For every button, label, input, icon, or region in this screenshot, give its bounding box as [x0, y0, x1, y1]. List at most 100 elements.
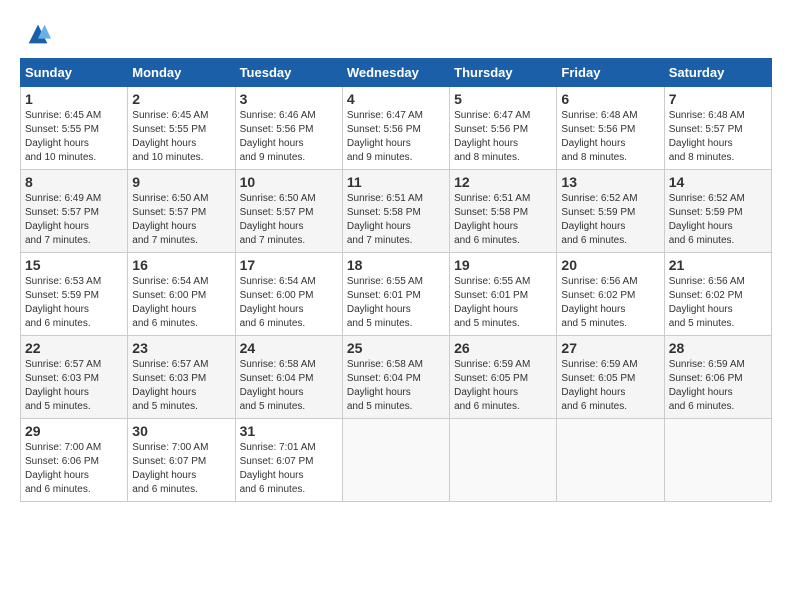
col-header-saturday: Saturday — [664, 59, 771, 87]
col-header-thursday: Thursday — [450, 59, 557, 87]
day-number: 29 — [25, 423, 123, 439]
day-number: 5 — [454, 91, 552, 107]
calendar-cell: 20 Sunrise: 6:56 AM Sunset: 6:02 PM Dayl… — [557, 253, 664, 336]
calendar-cell: 22 Sunrise: 6:57 AM Sunset: 6:03 PM Dayl… — [21, 336, 128, 419]
day-info: Sunrise: 6:50 AM Sunset: 5:57 PM Dayligh… — [240, 192, 338, 248]
calendar-cell: 4 Sunrise: 6:47 AM Sunset: 5:56 PM Dayli… — [342, 87, 449, 170]
day-number: 12 — [454, 174, 552, 190]
day-info: Sunrise: 6:53 AM Sunset: 5:59 PM Dayligh… — [25, 275, 123, 331]
day-info: Sunrise: 6:55 AM Sunset: 6:01 PM Dayligh… — [347, 275, 445, 331]
day-number: 1 — [25, 91, 123, 107]
calendar-cell: 16 Sunrise: 6:54 AM Sunset: 6:00 PM Dayl… — [128, 253, 235, 336]
day-info: Sunrise: 6:54 AM Sunset: 6:00 PM Dayligh… — [132, 275, 230, 331]
day-info: Sunrise: 6:47 AM Sunset: 5:56 PM Dayligh… — [454, 109, 552, 165]
calendar-cell: 25 Sunrise: 6:58 AM Sunset: 6:04 PM Dayl… — [342, 336, 449, 419]
day-info: Sunrise: 6:57 AM Sunset: 6:03 PM Dayligh… — [132, 358, 230, 414]
day-info: Sunrise: 6:51 AM Sunset: 5:58 PM Dayligh… — [454, 192, 552, 248]
calendar-cell: 27 Sunrise: 6:59 AM Sunset: 6:05 PM Dayl… — [557, 336, 664, 419]
header — [20, 20, 772, 48]
day-number: 23 — [132, 340, 230, 356]
day-number: 11 — [347, 174, 445, 190]
day-info: Sunrise: 6:51 AM Sunset: 5:58 PM Dayligh… — [347, 192, 445, 248]
calendar-cell: 21 Sunrise: 6:56 AM Sunset: 6:02 PM Dayl… — [664, 253, 771, 336]
calendar-cell: 30 Sunrise: 7:00 AM Sunset: 6:07 PM Dayl… — [128, 419, 235, 502]
calendar-cell: 28 Sunrise: 6:59 AM Sunset: 6:06 PM Dayl… — [664, 336, 771, 419]
day-number: 13 — [561, 174, 659, 190]
day-number: 7 — [669, 91, 767, 107]
day-number: 25 — [347, 340, 445, 356]
logo — [20, 20, 52, 48]
day-info: Sunrise: 6:48 AM Sunset: 5:56 PM Dayligh… — [561, 109, 659, 165]
calendar-cell — [342, 419, 449, 502]
day-info: Sunrise: 6:55 AM Sunset: 6:01 PM Dayligh… — [454, 275, 552, 331]
day-number: 16 — [132, 257, 230, 273]
day-number: 27 — [561, 340, 659, 356]
day-number: 18 — [347, 257, 445, 273]
week-row-3: 15 Sunrise: 6:53 AM Sunset: 5:59 PM Dayl… — [21, 253, 772, 336]
calendar-cell: 1 Sunrise: 6:45 AM Sunset: 5:55 PM Dayli… — [21, 87, 128, 170]
day-info: Sunrise: 7:01 AM Sunset: 6:07 PM Dayligh… — [240, 441, 338, 497]
day-info: Sunrise: 6:59 AM Sunset: 6:06 PM Dayligh… — [669, 358, 767, 414]
day-info: Sunrise: 6:59 AM Sunset: 6:05 PM Dayligh… — [454, 358, 552, 414]
day-info: Sunrise: 6:58 AM Sunset: 6:04 PM Dayligh… — [347, 358, 445, 414]
calendar-cell — [450, 419, 557, 502]
day-number: 10 — [240, 174, 338, 190]
day-info: Sunrise: 6:47 AM Sunset: 5:56 PM Dayligh… — [347, 109, 445, 165]
calendar-cell: 5 Sunrise: 6:47 AM Sunset: 5:56 PM Dayli… — [450, 87, 557, 170]
logo-icon — [24, 20, 52, 48]
col-header-sunday: Sunday — [21, 59, 128, 87]
calendar-cell: 31 Sunrise: 7:01 AM Sunset: 6:07 PM Dayl… — [235, 419, 342, 502]
day-info: Sunrise: 6:56 AM Sunset: 6:02 PM Dayligh… — [561, 275, 659, 331]
day-info: Sunrise: 6:58 AM Sunset: 6:04 PM Dayligh… — [240, 358, 338, 414]
calendar-cell: 15 Sunrise: 6:53 AM Sunset: 5:59 PM Dayl… — [21, 253, 128, 336]
day-number: 20 — [561, 257, 659, 273]
day-info: Sunrise: 6:54 AM Sunset: 6:00 PM Dayligh… — [240, 275, 338, 331]
day-number: 9 — [132, 174, 230, 190]
day-number: 31 — [240, 423, 338, 439]
week-row-2: 8 Sunrise: 6:49 AM Sunset: 5:57 PM Dayli… — [21, 170, 772, 253]
calendar-cell: 12 Sunrise: 6:51 AM Sunset: 5:58 PM Dayl… — [450, 170, 557, 253]
calendar-cell: 23 Sunrise: 6:57 AM Sunset: 6:03 PM Dayl… — [128, 336, 235, 419]
calendar-cell: 9 Sunrise: 6:50 AM Sunset: 5:57 PM Dayli… — [128, 170, 235, 253]
day-info: Sunrise: 7:00 AM Sunset: 6:06 PM Dayligh… — [25, 441, 123, 497]
col-header-friday: Friday — [557, 59, 664, 87]
calendar-cell: 14 Sunrise: 6:52 AM Sunset: 5:59 PM Dayl… — [664, 170, 771, 253]
calendar-cell: 2 Sunrise: 6:45 AM Sunset: 5:55 PM Dayli… — [128, 87, 235, 170]
calendar-cell: 11 Sunrise: 6:51 AM Sunset: 5:58 PM Dayl… — [342, 170, 449, 253]
col-header-monday: Monday — [128, 59, 235, 87]
col-header-tuesday: Tuesday — [235, 59, 342, 87]
day-number: 28 — [669, 340, 767, 356]
day-number: 26 — [454, 340, 552, 356]
day-info: Sunrise: 6:49 AM Sunset: 5:57 PM Dayligh… — [25, 192, 123, 248]
day-number: 15 — [25, 257, 123, 273]
col-header-wednesday: Wednesday — [342, 59, 449, 87]
calendar-cell — [664, 419, 771, 502]
day-info: Sunrise: 6:46 AM Sunset: 5:56 PM Dayligh… — [240, 109, 338, 165]
day-info: Sunrise: 6:50 AM Sunset: 5:57 PM Dayligh… — [132, 192, 230, 248]
calendar-cell: 29 Sunrise: 7:00 AM Sunset: 6:06 PM Dayl… — [21, 419, 128, 502]
calendar-cell: 13 Sunrise: 6:52 AM Sunset: 5:59 PM Dayl… — [557, 170, 664, 253]
day-info: Sunrise: 6:59 AM Sunset: 6:05 PM Dayligh… — [561, 358, 659, 414]
calendar-cell: 7 Sunrise: 6:48 AM Sunset: 5:57 PM Dayli… — [664, 87, 771, 170]
day-info: Sunrise: 6:45 AM Sunset: 5:55 PM Dayligh… — [25, 109, 123, 165]
day-number: 14 — [669, 174, 767, 190]
day-info: Sunrise: 6:48 AM Sunset: 5:57 PM Dayligh… — [669, 109, 767, 165]
calendar-table: SundayMondayTuesdayWednesdayThursdayFrid… — [20, 58, 772, 502]
week-row-1: 1 Sunrise: 6:45 AM Sunset: 5:55 PM Dayli… — [21, 87, 772, 170]
day-info: Sunrise: 7:00 AM Sunset: 6:07 PM Dayligh… — [132, 441, 230, 497]
day-number: 17 — [240, 257, 338, 273]
day-number: 8 — [25, 174, 123, 190]
week-row-4: 22 Sunrise: 6:57 AM Sunset: 6:03 PM Dayl… — [21, 336, 772, 419]
day-number: 3 — [240, 91, 338, 107]
day-info: Sunrise: 6:45 AM Sunset: 5:55 PM Dayligh… — [132, 109, 230, 165]
day-number: 6 — [561, 91, 659, 107]
day-info: Sunrise: 6:57 AM Sunset: 6:03 PM Dayligh… — [25, 358, 123, 414]
week-row-5: 29 Sunrise: 7:00 AM Sunset: 6:06 PM Dayl… — [21, 419, 772, 502]
day-number: 2 — [132, 91, 230, 107]
day-info: Sunrise: 6:52 AM Sunset: 5:59 PM Dayligh… — [561, 192, 659, 248]
calendar-cell — [557, 419, 664, 502]
calendar-cell: 18 Sunrise: 6:55 AM Sunset: 6:01 PM Dayl… — [342, 253, 449, 336]
day-number: 21 — [669, 257, 767, 273]
calendar-cell: 8 Sunrise: 6:49 AM Sunset: 5:57 PM Dayli… — [21, 170, 128, 253]
day-number: 22 — [25, 340, 123, 356]
